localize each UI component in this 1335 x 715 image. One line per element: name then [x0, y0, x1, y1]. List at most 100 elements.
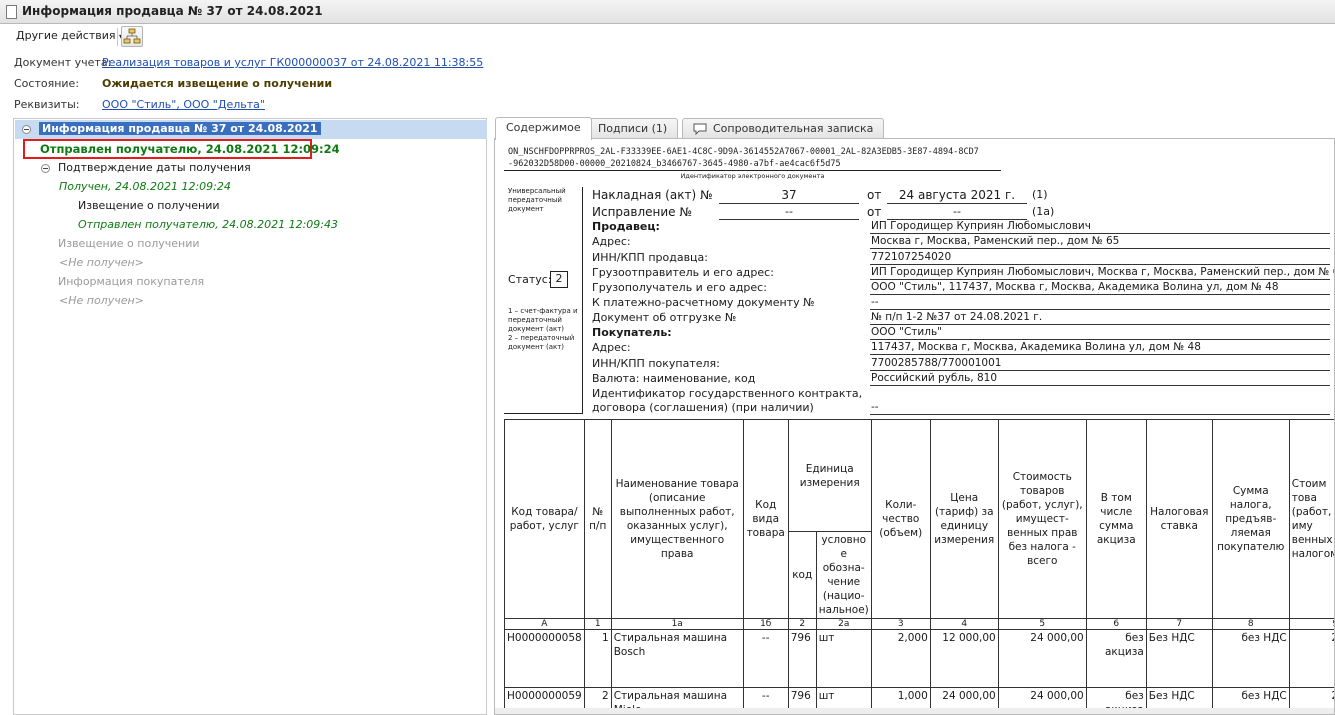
index-cell: 2а [815, 618, 872, 630]
side-text: 2 – передаточный [508, 334, 575, 342]
status-value: 2 [550, 271, 568, 288]
requisites-label: Реквизиты: [14, 98, 80, 111]
side-text: передаточный [508, 316, 562, 324]
col-unit-code: код [787, 531, 817, 619]
document-viewer[interactable]: ON_NSCHFDOPPRPROS_2AL-F33339EE-6AE1-4C8C… [494, 138, 1335, 715]
gov-value: -- [870, 401, 1330, 415]
tree-confirm[interactable]: Подтверждение даты получения [58, 161, 251, 174]
tab-content[interactable]: Содержимое [495, 117, 592, 140]
invoice-date: 24 августа 2021 г. [898, 188, 1016, 202]
note-1a: (1а) [1032, 205, 1055, 218]
document-structure-button[interactable] [121, 26, 143, 47]
window-title: Информация продавца № 37 от 24.08.2021 [22, 4, 323, 18]
index-cell: 3 [870, 618, 931, 630]
index-cell: 2 [787, 618, 817, 630]
gov-label: Идентификатор государственного контракта… [592, 387, 863, 400]
doc-id-line-1: ON_NSCHFDOPPRPROS_2AL-F33339EE-6AE1-4C8C… [508, 147, 979, 157]
doc-side-box: Универсальный передаточный документ Стат… [504, 187, 583, 414]
tree-buyer-status[interactable]: <Не получен> [59, 294, 144, 307]
tree-notice2-status[interactable]: <Не получен> [59, 256, 144, 269]
cell-unit-name: шт [815, 629, 872, 688]
col-rate: Налоговая ставка [1145, 419, 1213, 619]
seller-value: ИП Городищер Куприян Любомыслович [870, 220, 1330, 234]
toolbar-separator [117, 28, 118, 46]
doc-label: Документ учета: [14, 56, 112, 69]
tree-notice2[interactable]: Извещение о получении [58, 237, 200, 250]
table-index-row: А 1 1а 1б 2 2а 3 4 5 6 7 8 9 [504, 618, 1334, 630]
col-code: Код товара/ работ, услуг [504, 419, 585, 619]
index-cell: 8 [1211, 618, 1290, 630]
detail-value: 772107254020 [870, 251, 1330, 265]
detail-label: Грузополучатель и его адрес: [592, 281, 767, 294]
underline [719, 203, 859, 204]
doc-id-caption: Идентификатор электронного документа [504, 170, 1001, 180]
col-qty: Коли- чество (объем) [870, 419, 931, 619]
horizontal-scrollbar[interactable] [495, 708, 1334, 714]
state-label: Состояние: [14, 77, 80, 90]
fix-label: Исправление № [592, 205, 692, 219]
detail-value: 7700285788/770001001 [870, 357, 1330, 371]
detail-label: К платежно-расчетному документу № [592, 296, 815, 309]
table-row: Н0000000058 1 Стиральная машина Bosch --… [504, 629, 1334, 688]
document-icon [6, 5, 17, 19]
requisites-link[interactable]: ООО "Стиль", ООО "Дельта" [102, 98, 265, 111]
detail-label: Грузоотправитель и его адрес: [592, 266, 774, 279]
tree-notice[interactable]: Извещение о получении [78, 199, 220, 212]
other-actions-button[interactable]: Другие действия ▾ [16, 29, 123, 42]
tree-received[interactable]: Получен, 24.08.2021 12:09:24 [59, 180, 231, 193]
cell-qty: 2,000 [870, 629, 931, 688]
fix-number: -- [785, 205, 793, 218]
doc-link[interactable]: Реализация товаров и услуг ГК000000037 о… [102, 56, 483, 69]
collapse-icon[interactable] [22, 125, 31, 134]
index-cell: 4 [929, 618, 999, 630]
tree-notice-sent[interactable]: Отправлен получателю, 24.08.2021 12:09:4… [78, 218, 338, 231]
invoice-label: Накладная (акт) № [592, 188, 713, 202]
index-cell: 9 [1288, 618, 1334, 630]
col-unit-name: условно е обозна- чение (нацио- нальное) [815, 531, 872, 619]
fix-date: -- [953, 205, 961, 218]
underline [719, 219, 859, 220]
tree-buyer-info[interactable]: Информация покупателя [58, 275, 204, 288]
invoice-number: 37 [781, 188, 797, 202]
collapse-icon[interactable] [41, 164, 50, 173]
side-text: передаточный [508, 196, 562, 204]
index-cell: 5 [997, 618, 1087, 630]
tree-root[interactable]: Информация продавца № 37 от 24.08.2021 [39, 122, 321, 135]
detail-label: ИНН/КПП продавца: [592, 251, 708, 264]
tab-signatures[interactable]: Подписи (1) [587, 118, 679, 139]
col-cost: Стоимость товаров (работ, услуг), имущес… [997, 419, 1087, 619]
cell-num: 1 [583, 629, 612, 688]
tree-sent-status[interactable]: Отправлен получателю, 24.08.2021 12:09:2… [40, 142, 340, 156]
tab-cover-note-label: Сопроводительная записка [713, 122, 874, 135]
buyer-label: Покупатель: [592, 326, 672, 339]
index-cell: 7 [1145, 618, 1213, 630]
side-text: 1 – счет-фактура и [508, 307, 578, 315]
status-tree: Информация продавца № 37 от 24.08.2021 О… [13, 118, 487, 715]
cell-tax: без НДС [1211, 629, 1290, 688]
index-cell: А [504, 618, 585, 630]
tab-cover-note[interactable]: Сопроводительная записка [682, 118, 885, 139]
gov-label: договора (соглашения) (при наличии) [592, 401, 814, 414]
status-label: Статус: [508, 273, 552, 286]
detail-label: Документ об отгрузке № [592, 311, 737, 324]
tab-bar: Содержимое Подписи (1) Сопроводительная … [494, 117, 1335, 140]
doc-id-line-2: -962032D58D00-00000_20210824_b3466767-36… [508, 159, 841, 169]
detail-label: Валюта: наименование, код [592, 372, 756, 385]
index-cell: 6 [1085, 618, 1147, 630]
index-cell: 1а [610, 618, 744, 630]
cell-kind: -- [742, 629, 789, 688]
seller-label: Продавец: [592, 220, 660, 233]
cell-code: Н0000000058 [504, 629, 585, 688]
side-text: Универсальный [508, 187, 566, 195]
buyer-value: ООО "Стиль" [870, 326, 1330, 340]
col-kind: Код вида товара [742, 419, 789, 619]
underline [887, 203, 1027, 204]
cell-excise: без акциза [1085, 629, 1147, 688]
state-value: Ожидается извещение о получении [102, 77, 333, 90]
note-1: (1) [1032, 188, 1048, 201]
col-excise: В том числе сумма акциза [1085, 419, 1147, 619]
structure-icon [123, 28, 141, 44]
side-text: документ (акт) [508, 343, 565, 351]
table-header-row: Код товара/ работ, услуг № п/п Наименова… [504, 419, 1334, 619]
window-titlebar: Информация продавца № 37 от 24.08.2021 [0, 0, 1335, 24]
